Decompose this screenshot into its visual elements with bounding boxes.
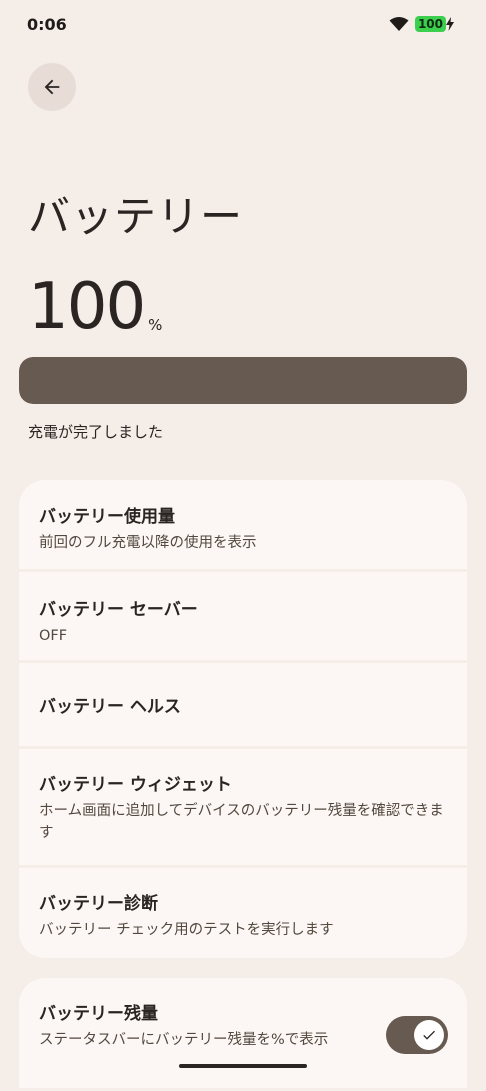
wifi-icon xyxy=(389,16,409,32)
setting-title: バッテリー残量 xyxy=(39,1004,158,1024)
battery-diagnostics-item[interactable]: バッテリー診断 バッテリー チェック用のテストを実行します xyxy=(19,868,467,958)
battery-settings-list: バッテリー使用量 前回のフル充電以降の使用を表示 バッテリー セーバー OFF … xyxy=(19,480,467,961)
battery-level-text: 100 xyxy=(414,16,446,32)
gesture-nav-handle[interactable] xyxy=(179,1064,307,1068)
setting-subtitle: 前回のフル充電以降の使用を表示 xyxy=(39,535,257,551)
status-bar: 0:06 100 xyxy=(0,0,486,52)
battery-level-fill xyxy=(19,357,467,404)
charging-bolt-icon xyxy=(446,17,454,31)
setting-subtitle: OFF xyxy=(39,628,68,644)
setting-title: バッテリー ヘルス xyxy=(39,697,181,717)
setting-title: バッテリー ウィジェット xyxy=(39,775,232,795)
battery-saver-item[interactable]: バッテリー セーバー OFF xyxy=(19,572,467,660)
check-icon xyxy=(421,1027,437,1043)
battery-percentage-group: バッテリー残量 ステータスバーにバッテリー残量を%で表示 xyxy=(19,978,467,1091)
battery-percentage-toggle[interactable] xyxy=(386,1016,448,1054)
back-button[interactable] xyxy=(28,63,76,111)
setting-title: バッテリー診断 xyxy=(39,894,158,914)
battery-percentage-item[interactable]: バッテリー残量 ステータスバーにバッテリー残量を%で表示 xyxy=(19,978,467,1088)
status-time: 0:06 xyxy=(27,15,67,34)
battery-level-unit: % xyxy=(148,316,163,334)
setting-title: バッテリー セーバー xyxy=(39,600,198,620)
battery-widget-item[interactable]: バッテリー ウィジェット ホーム画面に追加してデバイスのバッテリー残量を確認でき… xyxy=(19,749,467,865)
page-title: バッテリー xyxy=(28,192,244,241)
battery-usage-item[interactable]: バッテリー使用量 前回のフル充電以降の使用を表示 xyxy=(19,480,467,569)
battery-icon: 100 xyxy=(414,16,454,32)
setting-subtitle: ホーム画面に追加してデバイスのバッテリー残量を確認できます xyxy=(39,803,444,841)
battery-health-item[interactable]: バッテリー ヘルス xyxy=(19,663,467,746)
battery-level-value: 100 xyxy=(28,270,146,344)
status-icons: 100 xyxy=(389,16,454,32)
setting-title: バッテリー使用量 xyxy=(39,507,175,527)
charge-status-text: 充電が完了しました xyxy=(28,423,164,441)
battery-level-bar xyxy=(19,357,467,404)
battery-level-readout: 100 % xyxy=(28,272,162,342)
arrow-back-icon xyxy=(41,76,63,98)
toggle-knob xyxy=(414,1020,444,1050)
setting-subtitle: バッテリー チェック用のテストを実行します xyxy=(39,922,334,938)
setting-subtitle: ステータスバーにバッテリー残量を%で表示 xyxy=(39,1032,329,1048)
